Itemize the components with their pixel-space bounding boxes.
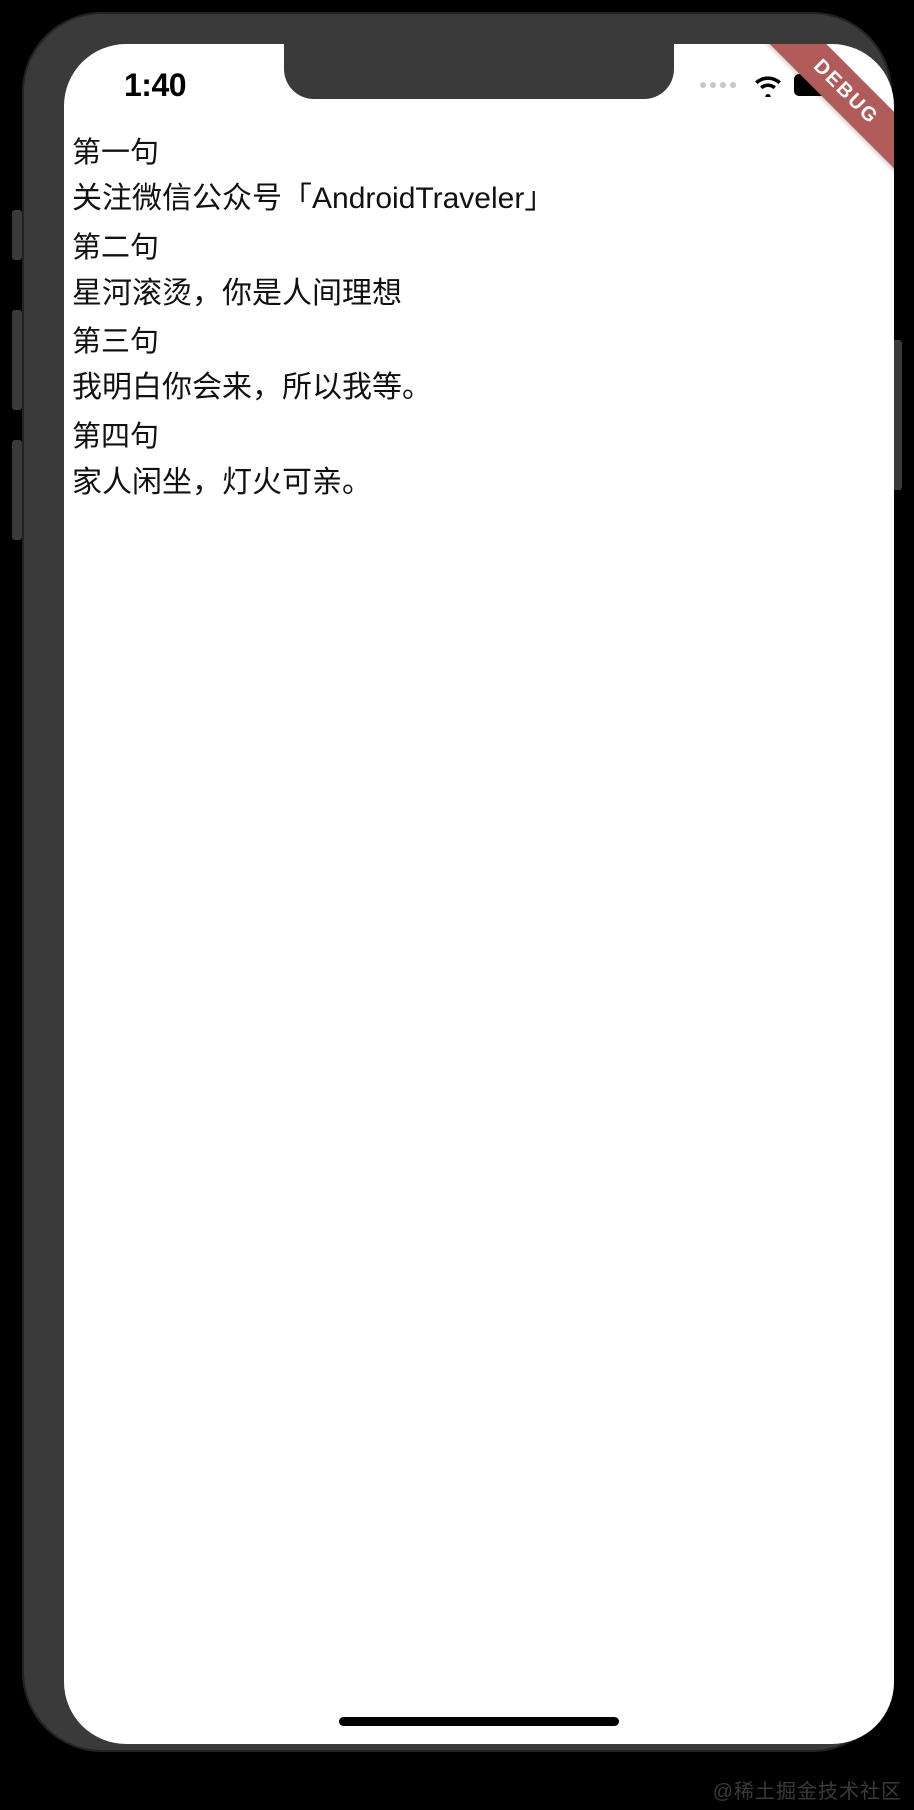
wifi-icon <box>752 73 784 97</box>
device-frame: 1:40 DEBUG 第一句 关注微信公众号「Android <box>22 12 892 1752</box>
device-mute-switch <box>12 210 22 260</box>
list-item: 第四句 家人闲坐，灯火可亲。 <box>72 418 886 505</box>
item-header: 第二句 <box>72 229 886 268</box>
item-body: 星河滚烫，你是人间理想 <box>72 272 886 316</box>
device-notch <box>284 44 674 99</box>
item-header: 第三句 <box>72 323 886 362</box>
list-item: 第一句 关注微信公众号「AndroidTraveler」 <box>72 134 886 221</box>
home-indicator[interactable] <box>339 1717 619 1726</box>
item-body: 家人闲坐，灯火可亲。 <box>72 461 886 505</box>
status-time: 1:40 <box>124 67 186 104</box>
list-item: 第三句 我明白你会来，所以我等。 <box>72 323 886 410</box>
item-header: 第四句 <box>72 418 886 457</box>
list-item: 第二句 星河滚烫，你是人间理想 <box>72 229 886 316</box>
item-body: 关注微信公众号「AndroidTraveler」 <box>72 177 886 221</box>
device-volume-down <box>12 440 22 540</box>
cellular-dots-icon <box>700 82 736 88</box>
content-scroll[interactable]: 第一句 关注微信公众号「AndroidTraveler」 第二句 星河滚烫，你是… <box>64 134 894 1744</box>
device-screen: 1:40 DEBUG 第一句 关注微信公众号「Android <box>64 44 894 1744</box>
watermark-text: @稀土掘金技术社区 <box>713 1775 902 1804</box>
device-volume-up <box>12 310 22 410</box>
item-header: 第一句 <box>72 134 886 173</box>
item-body: 我明白你会来，所以我等。 <box>72 366 886 410</box>
